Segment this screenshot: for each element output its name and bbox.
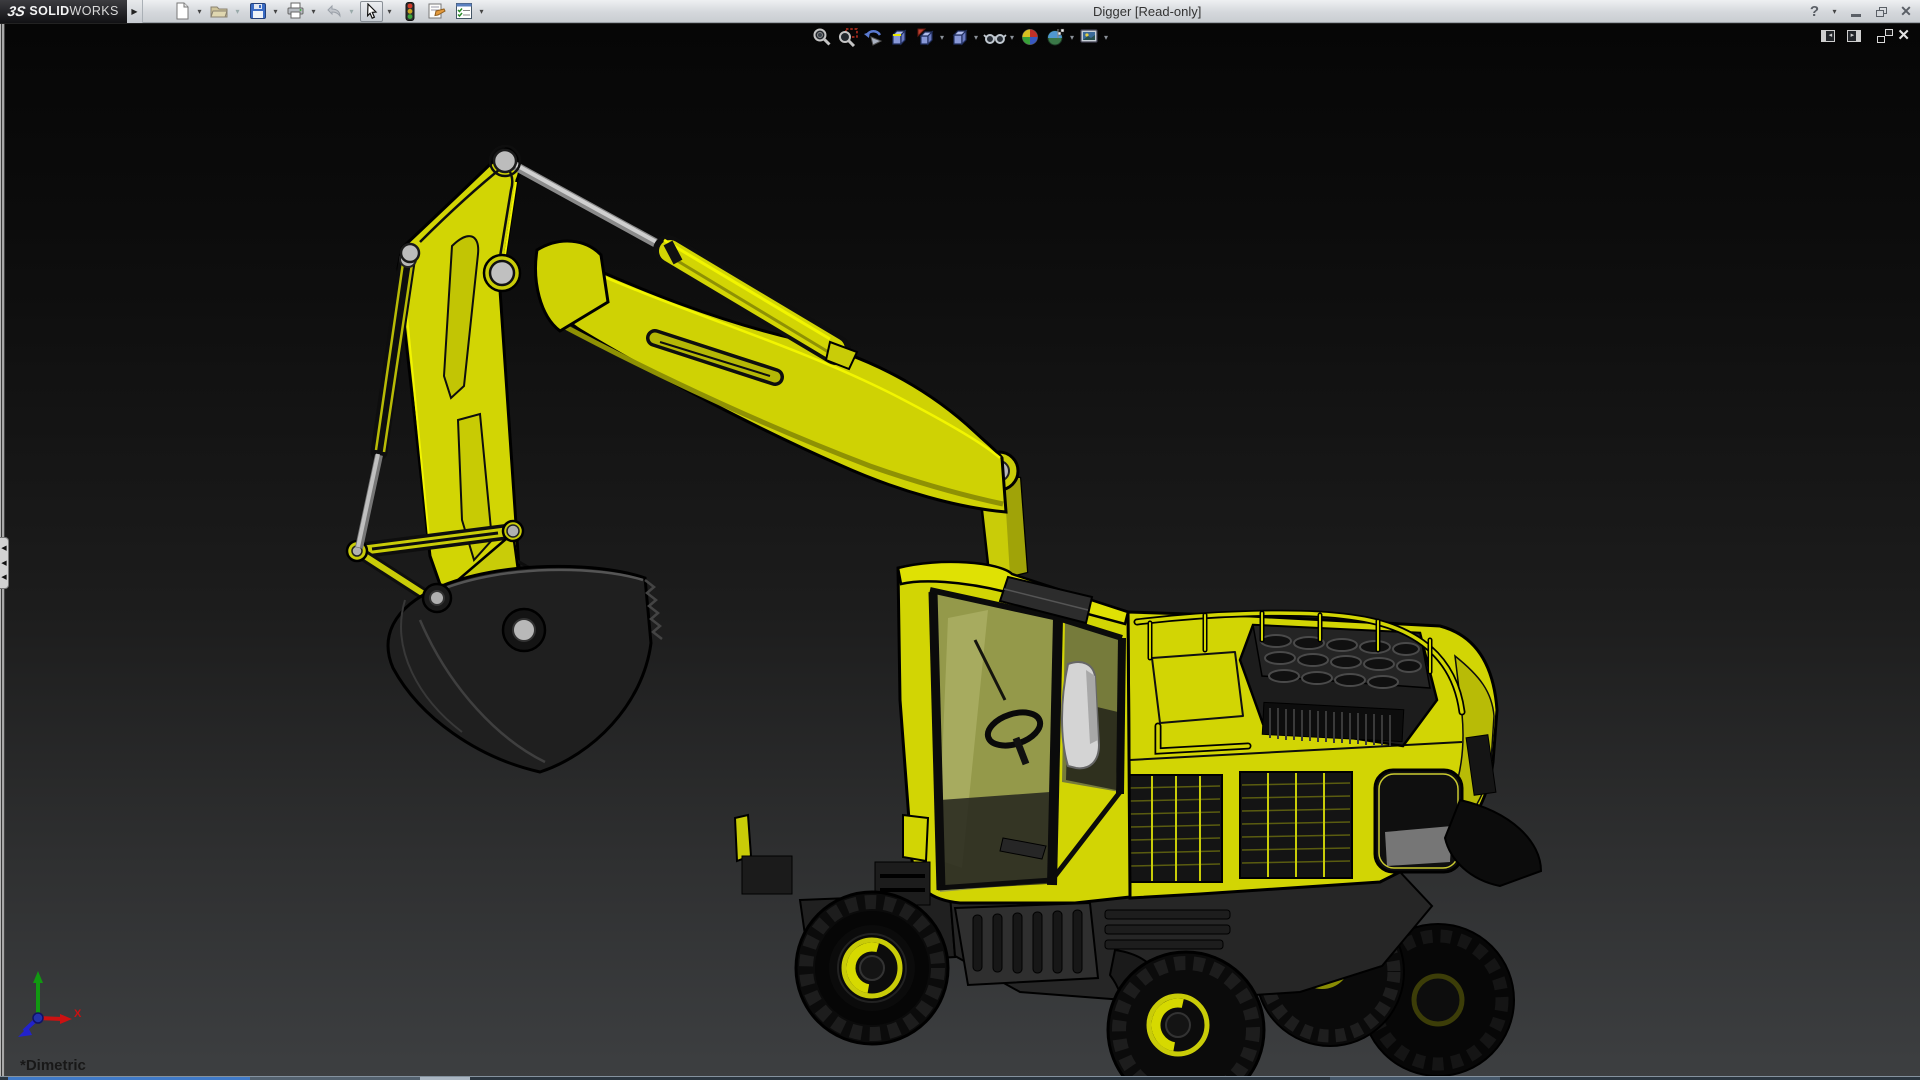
file-properties-icon [425, 1, 448, 22]
hydraulic-hose [500, 560, 585, 594]
zoom-to-area-icon [837, 27, 859, 47]
close-icon: ✕ [1900, 3, 1912, 20]
section-view-icon [889, 27, 911, 47]
pivot-pins [401, 146, 520, 291]
minimize-button[interactable] [1848, 4, 1864, 20]
view-settings-caret[interactable]: ▾ [1104, 33, 1108, 42]
bucket-cylinder [358, 251, 416, 548]
select-cursor-icon [360, 1, 383, 22]
close-icon: ✕ [1897, 27, 1910, 44]
save-icon [246, 1, 269, 22]
close-button[interactable]: ✕ [1898, 4, 1914, 20]
document-window-controls: ◂ ▸ ✕ [1821, 30, 1910, 42]
window-controls: ? ▾ ✕ [1810, 0, 1914, 23]
edit-appearance-button[interactable] [1017, 26, 1043, 48]
headsup-view-toolbar: ▾ ▾ ▾ ▾ ▾ [809, 26, 1111, 48]
previous-view-icon [863, 27, 885, 47]
boom-pedestal [978, 475, 1027, 582]
titlebar: 3S SOLID WORKS ▶ ▾ ▾ ▾ ▾ [0, 0, 1920, 23]
zoom-to-fit-icon [811, 27, 833, 47]
hide-show-items-icon [983, 27, 1007, 47]
splitter-arrow-icon: ◀ [1, 545, 6, 552]
display-style-button[interactable] [947, 26, 973, 48]
rebuild-traffic-light-icon [398, 1, 421, 22]
bucket-linkage [347, 521, 526, 630]
hide-show-items-button[interactable] [981, 26, 1009, 48]
select-button[interactable]: ▾ [360, 1, 394, 22]
view-orientation-label: *Dimetric [20, 1057, 86, 1074]
boom-base-joint [980, 452, 1018, 490]
open-icon [208, 1, 231, 22]
brand-swirl-icon: 3S [7, 3, 28, 19]
apply-scene-icon [1045, 27, 1067, 47]
help-caret[interactable]: ▾ [1830, 7, 1839, 16]
zoom-to-fit-button[interactable] [809, 26, 835, 48]
zoom-to-area-button[interactable] [835, 26, 861, 48]
rebuild-button[interactable] [398, 1, 421, 22]
hydraulic-hose-2 [505, 553, 592, 580]
graphics-area[interactable]: ◀ ◀ ◀ ▾ ▾ ▾ ▾ [0, 24, 1920, 1077]
minimize-icon [1851, 14, 1861, 17]
view-settings-icon [1079, 27, 1101, 47]
boom-arm [536, 241, 1006, 512]
flyout-arrow-icon: ▶ [131, 7, 137, 16]
splitter-arrow-icon: ◀ [1, 574, 6, 581]
open-button[interactable]: ▾ [208, 1, 242, 22]
bucket [388, 566, 662, 772]
view-orientation-caret[interactable]: ▾ [940, 33, 944, 42]
doc-close-button[interactable]: ✕ [1897, 30, 1910, 42]
cab [875, 562, 1130, 905]
display-style-caret[interactable]: ▾ [974, 33, 978, 42]
new-icon [170, 1, 193, 22]
help-icon[interactable]: ? [1810, 3, 1819, 20]
splitter-arrow-icon: ◀ [1, 560, 6, 567]
new-button[interactable]: ▾ [170, 1, 204, 22]
pane-left-icon[interactable]: ◂ [1821, 30, 1835, 42]
options-icon [452, 1, 475, 22]
side-vent-grilles [1128, 770, 1462, 882]
front-wheel-left [796, 892, 948, 1044]
view-settings-button[interactable] [1077, 26, 1103, 48]
orientation-triad: X [10, 969, 90, 1049]
apply-scene-caret[interactable]: ▾ [1070, 33, 1074, 42]
solidworks-logo: 3S SOLID WORKS [0, 0, 127, 23]
rear-wheel-far [1362, 924, 1514, 1076]
stick-arm [398, 148, 522, 645]
standard-toolbar: ▾ ▾ ▾ ▾ ▾ ▾ [170, 1, 490, 22]
file-properties-button[interactable] [425, 1, 448, 22]
menu-flyout-arrow[interactable]: ▶ [127, 0, 143, 23]
window-title: Digger [Read-only] [1093, 4, 1201, 19]
print-button[interactable]: ▾ [284, 1, 318, 22]
status-strip [0, 1076, 1920, 1080]
apply-scene-button[interactable] [1043, 26, 1069, 48]
undercarriage [735, 815, 1432, 1056]
body-house [1128, 612, 1541, 898]
front-wheel-right [1108, 952, 1264, 1080]
triad-x-label: X [74, 1008, 82, 1020]
previous-view-button[interactable] [861, 26, 887, 48]
undo-button[interactable]: ▾ [322, 1, 356, 22]
hide-show-items-caret[interactable]: ▾ [1010, 33, 1014, 42]
restore-icon [1876, 7, 1887, 17]
display-style-icon [949, 27, 971, 47]
undo-icon [322, 1, 345, 22]
restore-button[interactable] [1873, 4, 1889, 20]
view-orientation-button[interactable] [913, 26, 939, 48]
brand-bold: SOLID [29, 4, 69, 18]
digger-3d-model [0, 0, 1920, 1080]
options-button[interactable]: ▾ [452, 1, 486, 22]
print-icon [284, 1, 307, 22]
brand-light: WORKS [70, 4, 119, 18]
save-button[interactable]: ▾ [246, 1, 280, 22]
panel-splitter-tab[interactable]: ◀ ◀ ◀ [0, 537, 9, 589]
section-view-button[interactable] [887, 26, 913, 48]
rear-wheel-near [1256, 898, 1404, 1046]
pane-right-icon[interactable]: ▸ [1847, 30, 1861, 42]
edit-appearance-icon [1019, 27, 1041, 47]
view-orientation-icon [915, 27, 937, 47]
stick-cylinder [507, 160, 857, 369]
